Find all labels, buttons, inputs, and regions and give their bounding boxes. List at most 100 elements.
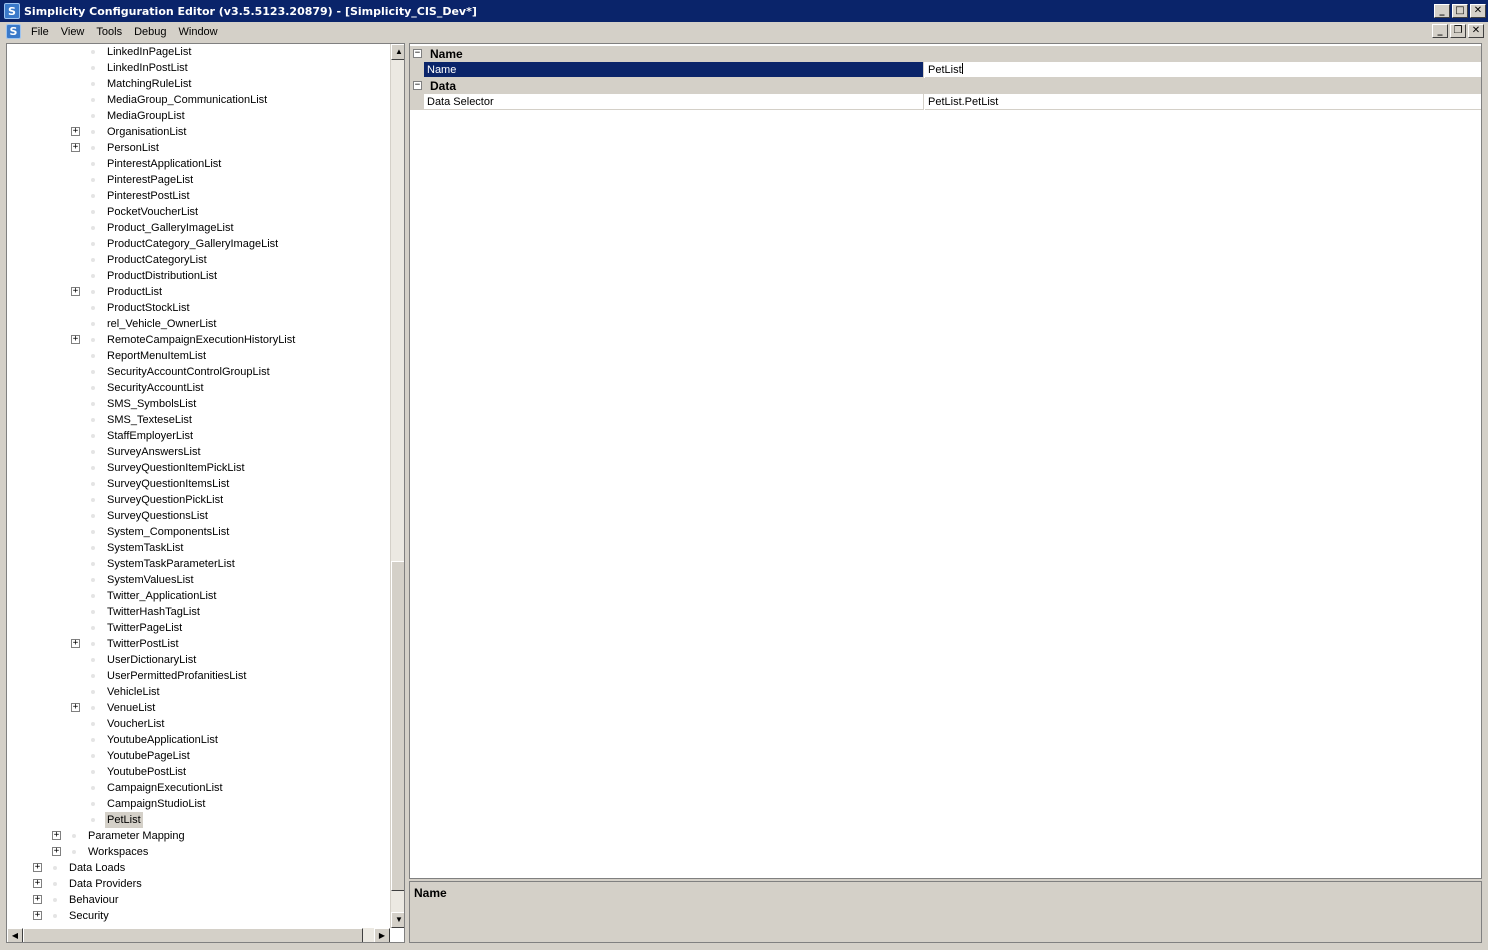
- tree-item-label[interactable]: TwitterPageList: [105, 620, 184, 636]
- tree-item[interactable]: + RemoteCampaignExecutionHistoryList: [7, 332, 390, 348]
- tree-item-label[interactable]: YoutubePageList: [105, 748, 192, 764]
- tree-item-label[interactable]: Twitter_ApplicationList: [105, 588, 218, 604]
- property-data-selector-label[interactable]: Data Selector: [424, 94, 924, 110]
- tree-item-label[interactable]: ProductCategory_GalleryImageList: [105, 236, 280, 252]
- tree-item[interactable]: SurveyQuestionItemPickList: [7, 460, 390, 476]
- tree-item-label[interactable]: CampaignStudioList: [105, 796, 207, 812]
- tree-item-label[interactable]: SurveyQuestionItemPickList: [105, 460, 247, 476]
- expand-plus-icon[interactable]: +: [33, 879, 42, 888]
- tree-item-label[interactable]: SurveyQuestionPickList: [105, 492, 225, 508]
- menu-view[interactable]: View: [55, 26, 91, 38]
- tree-item[interactable]: UserDictionaryList: [7, 652, 390, 668]
- tree-item[interactable]: ProductCategory_GalleryImageList: [7, 236, 390, 252]
- tree-item-label[interactable]: SystemTaskList: [105, 540, 185, 556]
- tree-item-label[interactable]: VehicleList: [105, 684, 162, 700]
- configuration-tree[interactable]: LinkedInPageList LinkedInPostList Matching…: [6, 43, 405, 943]
- tree-item[interactable]: PinterestApplicationList: [7, 156, 390, 172]
- scroll-thumb[interactable]: [391, 561, 404, 892]
- tree-item-label[interactable]: TwitterHashTagList: [105, 604, 202, 620]
- collapse-name-icon[interactable]: −: [413, 49, 422, 58]
- tree-item-label[interactable]: PinterestPostList: [105, 188, 192, 204]
- tree-item-label[interactable]: LinkedInPageList: [105, 44, 193, 60]
- tree-item[interactable]: rel_Vehicle_OwnerList: [7, 316, 390, 332]
- tree-item[interactable]: SMS_TexteseList: [7, 412, 390, 428]
- tree-item[interactable]: SecurityAccountControlGroupList: [7, 364, 390, 380]
- tree-item[interactable]: + Data Loads: [7, 860, 390, 876]
- horizontal-scroll-thumb[interactable]: [23, 928, 363, 942]
- tree-item-label[interactable]: SMS_TexteseList: [105, 412, 194, 428]
- tree-item-label[interactable]: PocketVoucherList: [105, 204, 200, 220]
- expand-plus-icon[interactable]: +: [71, 335, 80, 344]
- tree-item[interactable]: MediaGroup_CommunicationList: [7, 92, 390, 108]
- tree-item-label[interactable]: RemoteCampaignExecutionHistoryList: [105, 332, 297, 348]
- collapse-data-icon[interactable]: −: [413, 81, 422, 90]
- close-button[interactable]: ✕: [1470, 4, 1486, 18]
- property-name-value-editor[interactable]: PetList: [925, 62, 1481, 78]
- scroll-up-button[interactable]: ▲: [391, 44, 404, 60]
- tree-item[interactable]: SurveyQuestionPickList: [7, 492, 390, 508]
- tree-item-label[interactable]: TwitterPostList: [105, 636, 181, 652]
- tree-item[interactable]: MediaGroupList: [7, 108, 390, 124]
- property-grid[interactable]: − Name Name PetList − Data Data Selector…: [409, 43, 1482, 879]
- tree-item[interactable]: + PersonList: [7, 140, 390, 156]
- tree-item[interactable]: + VenueList: [7, 700, 390, 716]
- menu-file[interactable]: File: [25, 26, 55, 38]
- tree-item-label[interactable]: SystemTaskParameterList: [105, 556, 237, 572]
- tree-item-label[interactable]: Data Loads: [67, 860, 127, 876]
- tree-item-label[interactable]: UserDictionaryList: [105, 652, 198, 668]
- tree-item[interactable]: TwitterPageList: [7, 620, 390, 636]
- tree-item-label[interactable]: System_ComponentsList: [105, 524, 231, 540]
- tree-item-label[interactable]: PinterestApplicationList: [105, 156, 223, 172]
- tree-item[interactable]: SystemTaskParameterList: [7, 556, 390, 572]
- scroll-left-button[interactable]: ◀: [7, 928, 23, 942]
- mdi-close-button[interactable]: ✕: [1468, 24, 1484, 38]
- tree-item-label[interactable]: StaffEmployerList: [105, 428, 195, 444]
- tree-item[interactable]: + Behaviour: [7, 892, 390, 908]
- expand-plus-icon[interactable]: +: [33, 911, 42, 920]
- expand-plus-icon[interactable]: +: [33, 863, 42, 872]
- tree-item-label[interactable]: SurveyQuestionItemsList: [105, 476, 231, 492]
- tree-item-label[interactable]: PinterestPageList: [105, 172, 195, 188]
- tree-item[interactable]: ProductDistributionList: [7, 268, 390, 284]
- tree-item[interactable]: ProductCategoryList: [7, 252, 390, 268]
- tree-item[interactable]: + TwitterPostList: [7, 636, 390, 652]
- tree-item[interactable]: + Data Providers: [7, 876, 390, 892]
- expand-plus-icon[interactable]: +: [71, 639, 80, 648]
- tree-item[interactable]: LinkedInPostList: [7, 60, 390, 76]
- tree-item-label[interactable]: LinkedInPostList: [105, 60, 190, 76]
- menu-tools[interactable]: Tools: [90, 26, 128, 38]
- tree-item[interactable]: PinterestPostList: [7, 188, 390, 204]
- tree-item[interactable]: StaffEmployerList: [7, 428, 390, 444]
- tree-item-label[interactable]: SurveyQuestionsList: [105, 508, 210, 524]
- property-row-name[interactable]: Name PetList: [410, 62, 1481, 78]
- category-data[interactable]: − Data: [410, 78, 1481, 94]
- tree-item-label[interactable]: CampaignExecutionList: [105, 780, 225, 796]
- expand-plus-icon[interactable]: +: [52, 831, 61, 840]
- menu-window[interactable]: Window: [173, 26, 224, 38]
- tree-item[interactable]: MatchingRuleList: [7, 76, 390, 92]
- tree-item-label[interactable]: MediaGroup_CommunicationList: [105, 92, 269, 108]
- expand-plus-icon[interactable]: +: [71, 127, 80, 136]
- tree-item[interactable]: + Workspaces: [7, 844, 390, 860]
- tree-item[interactable]: PinterestPageList: [7, 172, 390, 188]
- expand-plus-icon[interactable]: +: [71, 287, 80, 296]
- tree-item[interactable]: + Security: [7, 908, 390, 924]
- scroll-down-button[interactable]: ▼: [391, 912, 404, 928]
- tree-item-label[interactable]: UserPermittedProfanitiesList: [105, 668, 248, 684]
- tree-item-label[interactable]: OrganisationList: [105, 124, 189, 140]
- tree-item-label[interactable]: YoutubeApplicationList: [105, 732, 220, 748]
- tree-item-label[interactable]: VenueList: [105, 700, 157, 716]
- property-name-label[interactable]: Name: [424, 62, 924, 78]
- mdi-minimize-button[interactable]: _: [1432, 24, 1448, 38]
- tree-item-label[interactable]: Data Providers: [67, 876, 144, 892]
- tree-item-label[interactable]: SecurityAccountList: [105, 380, 206, 396]
- expand-plus-icon[interactable]: +: [71, 143, 80, 152]
- tree-item-label[interactable]: ProductStockList: [105, 300, 192, 316]
- tree-item[interactable]: ReportMenuItemList: [7, 348, 390, 364]
- tree-item[interactable]: CampaignExecutionList: [7, 780, 390, 796]
- tree-item-label[interactable]: Security: [67, 908, 111, 924]
- tree-item-label[interactable]: SystemValuesList: [105, 572, 196, 588]
- tree-item[interactable]: + ProductList: [7, 284, 390, 300]
- tree-item[interactable]: CampaignStudioList: [7, 796, 390, 812]
- tree-item-label[interactable]: Product_GalleryImageList: [105, 220, 236, 236]
